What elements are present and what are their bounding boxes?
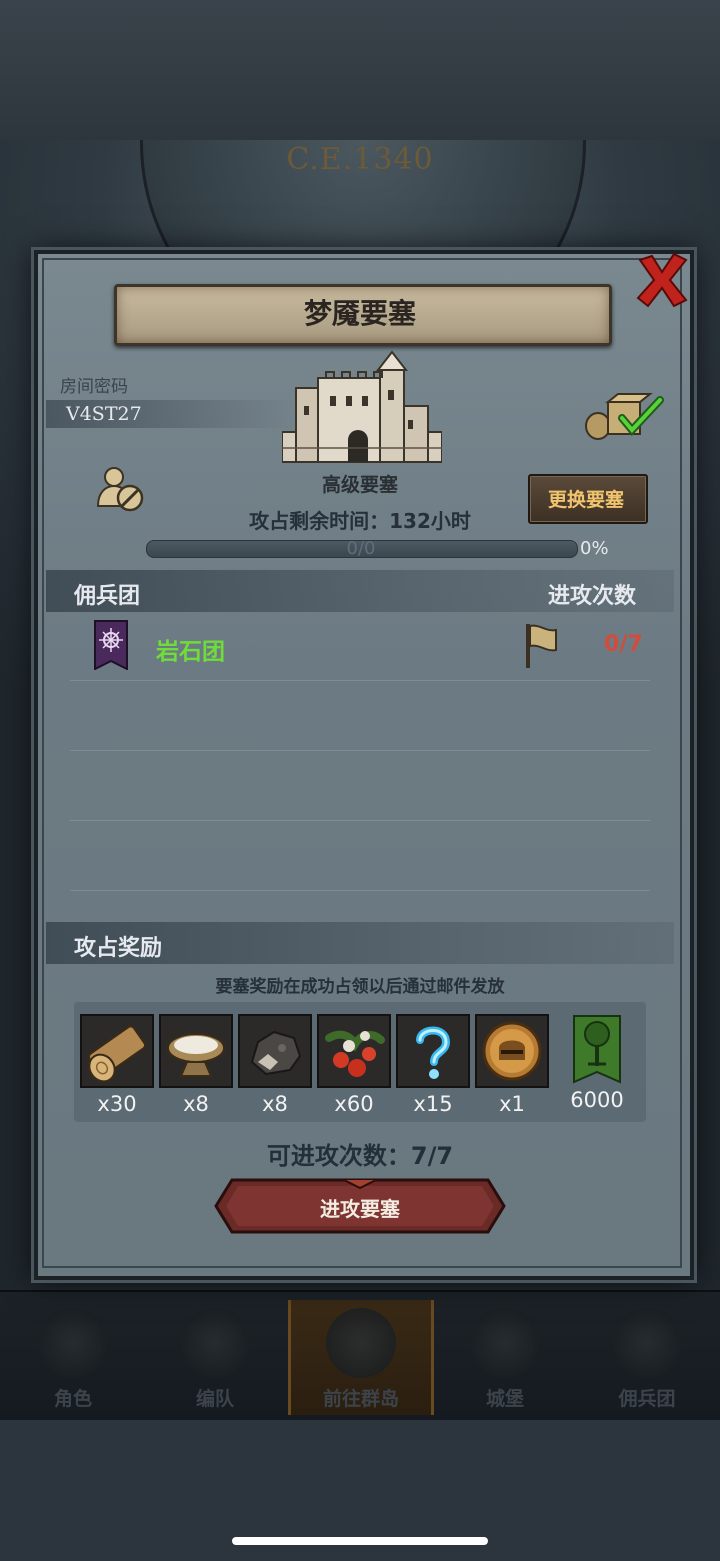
row-divider (70, 890, 650, 891)
attack-count-title: 进攻次数 (548, 584, 637, 609)
reward-qty: x60 (334, 1092, 374, 1116)
salt-bowl-icon (159, 1014, 233, 1088)
fortress-castle-icon (282, 350, 442, 463)
top-backdrop (0, 0, 720, 140)
mercenary-section-title: 佣兵团 (74, 584, 141, 609)
nav-item-label: 前往群岛 (322, 1388, 399, 1410)
reward-qty: 6000 (570, 1088, 624, 1112)
knight-helmet-coin-icon (475, 1014, 549, 1088)
guild-banner-icon (94, 620, 128, 670)
attack-flag-icon (526, 624, 557, 668)
reward-item[interactable]: x1 (475, 1014, 549, 1116)
nav-item-character[interactable]: 角色 (8, 1300, 138, 1415)
nav-item-formation[interactable]: 编队 (150, 1300, 280, 1415)
reward-item[interactable]: x8 (238, 1014, 312, 1116)
formation-icon (180, 1308, 250, 1378)
castle-nav-icon (470, 1308, 540, 1378)
nav-item-label: 角色 (53, 1388, 92, 1410)
berry-bush-icon (317, 1014, 391, 1088)
close-button[interactable] (632, 250, 692, 310)
mercenary-attacks: 0/7 (604, 632, 643, 657)
reward-qty: x8 (183, 1092, 209, 1116)
dialog-title: 梦魇要塞 (303, 297, 416, 330)
reward-item[interactable]: 6000 (560, 1014, 634, 1112)
mercenary-name[interactable]: 岩石团 (156, 632, 225, 666)
supplies-ready-icon[interactable] (584, 392, 666, 442)
reward-item[interactable]: x8 (159, 1014, 233, 1116)
mystery-question-icon (396, 1014, 470, 1088)
reward-qty: x30 (97, 1092, 137, 1116)
reward-note: 要塞奖励在成功占领以后通过邮件发放 (215, 977, 505, 997)
era-label: C.E.1340 (286, 142, 434, 177)
home-indicator[interactable] (232, 1537, 488, 1545)
row-divider (70, 820, 650, 821)
reward-qty: x15 (413, 1092, 453, 1116)
attacks-remaining: 可进攻次数：7/7 (266, 1142, 454, 1170)
no-player-icon[interactable] (96, 466, 146, 514)
mercenary-nav-icon (612, 1308, 682, 1378)
nav-item-label: 城堡 (485, 1388, 524, 1410)
reward-qty: x1 (499, 1092, 525, 1116)
nav-item-mercenary[interactable]: 佣兵团 (582, 1300, 712, 1415)
nav-item-castle[interactable]: 城堡 (440, 1300, 570, 1415)
knight-icon (38, 1308, 108, 1378)
capture-progress-percent: 0% (580, 538, 609, 559)
reward-section-title: 攻占奖励 (74, 936, 163, 961)
capture-progress-value: 0/0 (346, 538, 376, 559)
nav-item-islands[interactable]: 前往群岛 (288, 1300, 434, 1415)
compass-icon (326, 1308, 396, 1378)
attack-fortress-label: 进攻要塞 (320, 1197, 400, 1221)
reward-item[interactable]: x15 (396, 1014, 470, 1116)
row-divider (70, 680, 650, 681)
close-icon (636, 252, 688, 308)
reward-item[interactable]: x30 (80, 1014, 154, 1116)
row-divider (70, 750, 650, 751)
reward-qty: x8 (262, 1092, 288, 1116)
room-code-label: 房间密码 (60, 377, 128, 397)
guild-tree-banner-icon (560, 1014, 634, 1088)
ore-rock-icon (238, 1014, 312, 1088)
nav-item-label: 佣兵团 (618, 1388, 676, 1410)
room-code-value: V4ST27 (66, 403, 142, 425)
reward-item[interactable]: x60 (317, 1014, 391, 1116)
nav-item-label: 编队 (195, 1388, 234, 1410)
change-fortress-label: 更换要塞 (547, 489, 624, 511)
wood-log-icon (80, 1014, 154, 1088)
